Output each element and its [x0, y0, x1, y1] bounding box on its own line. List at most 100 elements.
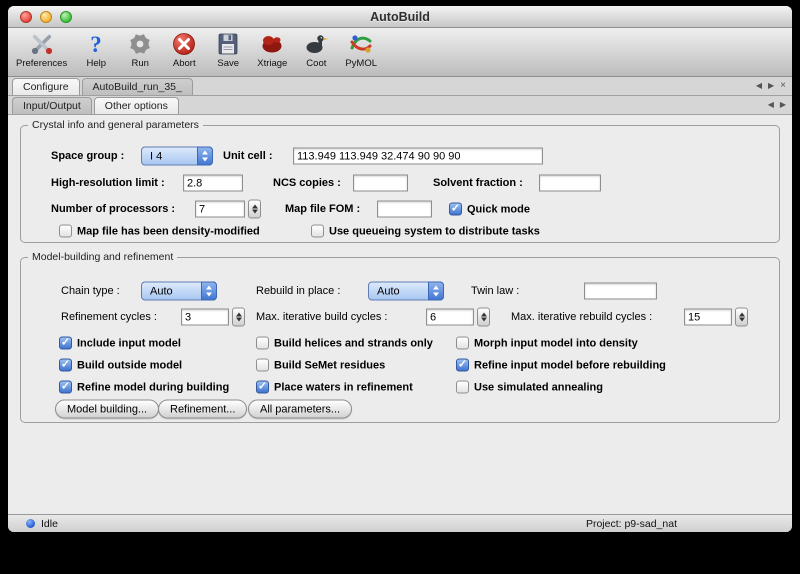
solvent-fraction-input[interactable] — [539, 175, 601, 192]
num-processors-label: Number of processors : — [51, 203, 175, 215]
build-cycles-input[interactable] — [426, 309, 474, 326]
checkbox-box[interactable] — [59, 359, 72, 372]
status-text: Idle — [41, 518, 58, 530]
refine-input-model-checkbox[interactable]: Refine input model before rebuilding — [456, 359, 666, 372]
simulated-annealing-checkbox[interactable]: Use simulated annealing — [456, 381, 603, 394]
build-outside-model-checkbox[interactable]: Build outside model — [59, 359, 182, 372]
rebuild-in-place-label: Rebuild in place : — [256, 285, 340, 297]
rebuild-cycles-stepper[interactable] — [735, 308, 748, 327]
tab-scroll-left-icon[interactable]: ◀ — [768, 101, 774, 109]
checkbox-label: Morph input model into density — [474, 337, 638, 349]
build-helices-checkbox[interactable]: Build helices and strands only — [256, 337, 433, 350]
rebuild-in-place-value: Auto — [377, 285, 400, 297]
map-file-fom-label: Map file FOM : — [285, 203, 360, 215]
tab-configure[interactable]: Configure — [12, 78, 80, 95]
help-button[interactable]: ? Help — [81, 31, 111, 69]
checkbox-box[interactable] — [256, 359, 269, 372]
checkbox-label: Refine input model before rebuilding — [474, 359, 666, 371]
rebuild-cycles-label: Max. iterative rebuild cycles : — [511, 311, 652, 323]
checkbox-box[interactable] — [59, 225, 72, 238]
toolbar-label: Abort — [173, 58, 196, 69]
rebuild-in-place-select[interactable]: Auto — [368, 282, 444, 301]
xtriage-icon — [259, 31, 285, 57]
status-bar: Idle Project: p9-sad_nat — [8, 514, 792, 532]
abort-button[interactable]: Abort — [169, 31, 199, 69]
zoom-window-button[interactable] — [60, 11, 72, 23]
run-button[interactable]: Run — [125, 31, 155, 69]
refinement-cycles-input[interactable] — [181, 309, 229, 326]
high-res-limit-label: High-resolution limit : — [51, 177, 165, 189]
checkbox-box[interactable] — [59, 381, 72, 394]
rebuild-cycles-input[interactable] — [684, 309, 732, 326]
refinement-button[interactable]: Refinement... — [158, 400, 247, 419]
build-cycles-stepper[interactable] — [477, 308, 490, 327]
include-input-model-checkbox[interactable]: Include input model — [59, 337, 181, 350]
toolbar-label: Help — [86, 58, 106, 69]
build-cycles-label: Max. iterative build cycles : — [256, 311, 387, 323]
map-file-fom-input[interactable] — [377, 201, 432, 218]
checkbox-label: Map file has been density-modified — [77, 225, 260, 237]
toolbar-label: Save — [217, 58, 239, 69]
refinement-cycles-stepper[interactable] — [232, 308, 245, 327]
autobuild-window: AutoBuild Preferences ? Help — [8, 6, 792, 532]
build-semet-checkbox[interactable]: Build SeMet residues — [256, 359, 385, 372]
options-panel: Crystal info and general parameters Spac… — [8, 115, 792, 514]
minimize-window-button[interactable] — [40, 11, 52, 23]
coot-button[interactable]: Coot — [301, 31, 331, 69]
space-group-label: Space group : — [51, 150, 124, 162]
tab-input-output[interactable]: Input/Output — [12, 97, 92, 114]
checkbox-box[interactable] — [456, 381, 469, 394]
place-waters-checkbox[interactable]: Place waters in refinement — [256, 381, 413, 394]
close-window-button[interactable] — [20, 11, 32, 23]
status-indicator-icon — [26, 519, 35, 528]
space-group-value: I 4 — [150, 150, 162, 162]
unit-cell-label: Unit cell : — [223, 150, 273, 162]
chain-type-value: Auto — [150, 285, 173, 297]
high-res-limit-input[interactable] — [183, 175, 243, 192]
twin-law-input[interactable] — [584, 283, 657, 300]
checkbox-label: Quick mode — [467, 203, 530, 215]
toolbar-label: Preferences — [16, 58, 67, 69]
num-processors-stepper[interactable] — [248, 200, 261, 219]
model-building-button[interactable]: Model building... — [55, 400, 159, 419]
unit-cell-input[interactable] — [293, 148, 543, 165]
preferences-icon — [29, 31, 55, 57]
queueing-system-checkbox[interactable]: Use queueing system to distribute tasks — [311, 225, 540, 238]
checkbox-box[interactable] — [456, 337, 469, 350]
morph-model-checkbox[interactable]: Morph input model into density — [456, 337, 638, 350]
pymol-button[interactable]: PyMOL — [345, 31, 377, 69]
checkbox-box[interactable] — [256, 337, 269, 350]
help-icon: ? — [83, 31, 109, 57]
checkbox-box[interactable] — [59, 337, 72, 350]
toolbar-label: Xtriage — [257, 58, 287, 69]
preferences-button[interactable]: Preferences — [16, 31, 67, 69]
checkbox-box[interactable] — [256, 381, 269, 394]
project-label: Project: p9-sad_nat — [586, 518, 677, 530]
tab-close-icon[interactable]: × — [780, 81, 786, 91]
refinement-cycles-label: Refinement cycles : — [61, 311, 157, 323]
all-parameters-button[interactable]: All parameters... — [248, 400, 352, 419]
tab-nav-controls: ◀ ▶ × — [756, 77, 786, 95]
traffic-lights — [20, 6, 72, 27]
solvent-fraction-label: Solvent fraction : — [433, 177, 523, 189]
xtriage-button[interactable]: Xtriage — [257, 31, 287, 69]
checkbox-box[interactable] — [449, 203, 462, 216]
tab-autobuild-run-35[interactable]: AutoBuild_run_35_ — [82, 78, 193, 95]
refine-during-building-checkbox[interactable]: Refine model during building — [59, 381, 229, 394]
group-title: Crystal info and general parameters — [28, 119, 203, 131]
num-processors-input[interactable] — [195, 201, 245, 218]
ncs-copies-input[interactable] — [353, 175, 408, 192]
space-group-select[interactable]: I 4 — [141, 147, 213, 166]
quick-mode-checkbox[interactable]: Quick mode — [449, 203, 530, 216]
tab-scroll-left-icon[interactable]: ◀ — [756, 82, 762, 90]
save-button[interactable]: Save — [213, 31, 243, 69]
chain-type-select[interactable]: Auto — [141, 282, 217, 301]
density-modified-checkbox[interactable]: Map file has been density-modified — [59, 225, 260, 238]
pymol-icon — [348, 31, 374, 57]
checkbox-box[interactable] — [456, 359, 469, 372]
tab-scroll-right-icon[interactable]: ▶ — [780, 101, 786, 109]
tab-scroll-right-icon[interactable]: ▶ — [768, 82, 774, 90]
title-bar: AutoBuild — [8, 6, 792, 28]
checkbox-box[interactable] — [311, 225, 324, 238]
tab-other-options[interactable]: Other options — [94, 97, 179, 114]
